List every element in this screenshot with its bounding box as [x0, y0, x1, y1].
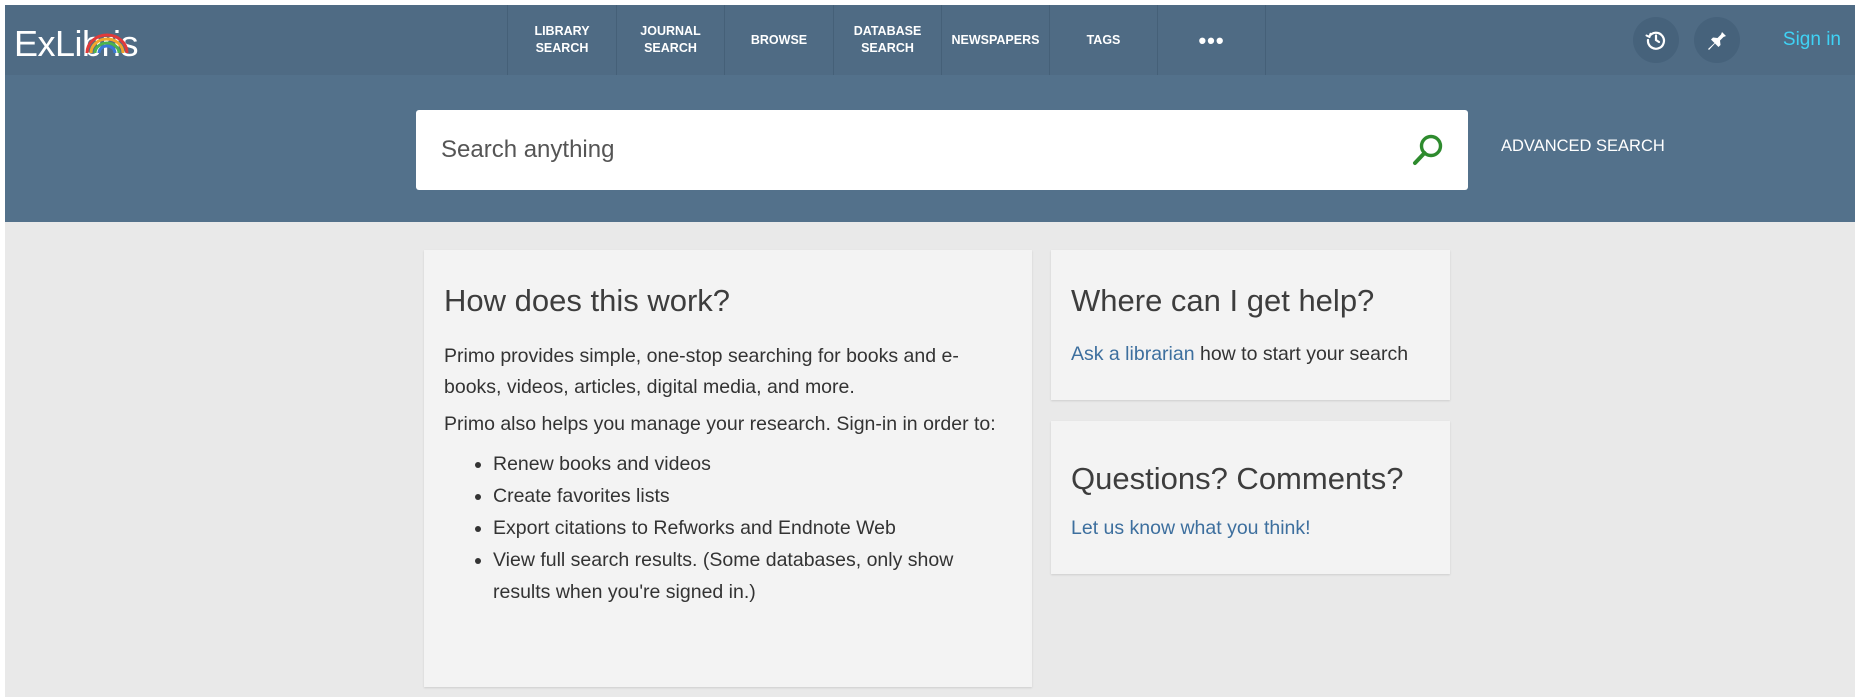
help-rest-text: how to start your search [1194, 343, 1409, 365]
card-title: Where can I get help? [1071, 283, 1375, 318]
rainbow-arc-icon [85, 33, 129, 54]
nav-library-search[interactable]: LIBRARY SEARCH [507, 5, 616, 75]
help-text: Ask a librarian how to start your search [1071, 339, 1430, 370]
nav-more-button[interactable]: ••• [1157, 5, 1266, 75]
more-dots-icon: ••• [1198, 27, 1225, 53]
list-item: Create favorites lists [493, 480, 1012, 512]
questions-comments-card: Questions? Comments? Let us know what yo… [1051, 421, 1450, 574]
search-box [416, 110, 1468, 190]
nav-label: NEWSPAPERS [951, 32, 1040, 47]
nav-database-search[interactable]: DATABASE SEARCH [833, 5, 941, 75]
exlibris-logo[interactable]: ExLibris [14, 23, 139, 64]
advanced-search-link[interactable]: ADVANCED SEARCH [1501, 137, 1665, 156]
nav-newspapers[interactable]: NEWSPAPERS [941, 5, 1049, 75]
nav-browse[interactable]: BROWSE [724, 5, 833, 75]
search-band: ADVANCED SEARCH [5, 75, 1855, 222]
feedback-text: Let us know what you think! [1071, 513, 1430, 544]
card-paragraph: Primo provides simple, one-stop searchin… [444, 345, 959, 398]
nav-journal-search[interactable]: JOURNAL SEARCH [616, 5, 724, 75]
search-history-button[interactable] [1633, 17, 1679, 63]
main-nav: LIBRARY SEARCH JOURNAL SEARCH BROWSE DAT… [507, 5, 1266, 75]
list-item: Export citations to Refworks and Endnote… [493, 512, 1012, 544]
list-item: Renew books and videos [493, 448, 1012, 480]
top-bar: ExLibris LIBRARY SEARCH JOURNAL SEARCH B… [5, 5, 1855, 75]
history-icon [1645, 31, 1666, 50]
how-it-works-card: How does this work? Primo provides simpl… [424, 250, 1032, 687]
pinned-items-button[interactable] [1694, 17, 1740, 63]
ask-librarian-link[interactable]: Ask a librarian [1071, 343, 1195, 365]
nav-label: BROWSE [750, 32, 808, 47]
nav-label: JOURNAL SEARCH [640, 24, 701, 55]
list-item: View full search results. (Some database… [493, 544, 1012, 608]
pin-icon [1708, 29, 1726, 50]
features-list: Renew books and videos Create favorites … [444, 448, 1012, 608]
search-input[interactable] [416, 110, 1376, 190]
card-title: Questions? Comments? [1071, 461, 1404, 496]
app-frame: ExLibris LIBRARY SEARCH JOURNAL SEARCH B… [5, 5, 1855, 697]
nav-label: TAGS [1086, 32, 1121, 47]
feedback-link[interactable]: Let us know what you think! [1071, 517, 1311, 539]
card-title: How does this work? [444, 283, 731, 318]
get-help-card: Where can I get help? Ask a librarian ho… [1051, 250, 1450, 400]
nav-tags[interactable]: TAGS [1049, 5, 1157, 75]
nav-label: DATABASE SEARCH [853, 24, 922, 55]
sign-in-link[interactable]: Sign in [1783, 29, 1841, 51]
nav-label: LIBRARY SEARCH [534, 24, 590, 55]
search-icon[interactable] [1410, 132, 1446, 168]
card-paragraph: Primo also helps you manage your researc… [444, 413, 996, 435]
